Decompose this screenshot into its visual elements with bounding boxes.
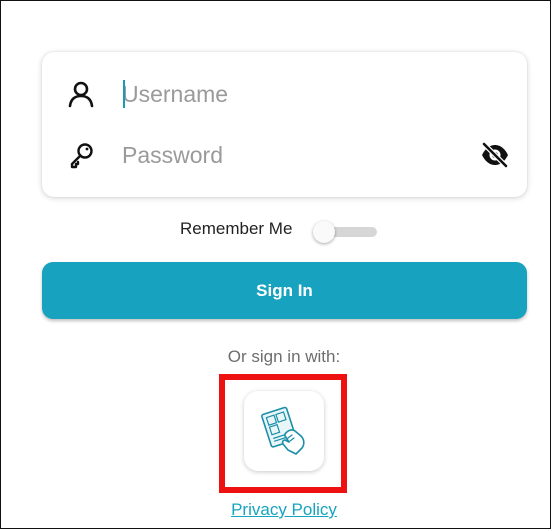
login-card: [42, 52, 527, 197]
remember-me-toggle[interactable]: [313, 221, 377, 243]
username-row: [42, 69, 527, 119]
user-icon: [67, 80, 95, 108]
key-icon: [67, 141, 95, 169]
screen-frame: Remember Me Sign In Or sign in with:: [0, 0, 551, 529]
password-input[interactable]: [122, 135, 452, 175]
privacy-policy-link[interactable]: Privacy Policy: [1, 500, 553, 520]
password-row: [42, 130, 527, 180]
text-cursor: [123, 80, 125, 108]
sign-in-button[interactable]: Sign In: [42, 262, 527, 319]
eye-off-icon[interactable]: [479, 139, 511, 171]
toggle-thumb: [313, 221, 335, 243]
remember-me-row: Remember Me: [1, 211, 553, 251]
highlight-box: [219, 374, 347, 493]
alt-sign-in-prompt: Or sign in with:: [227, 347, 341, 366]
remember-me-label: Remember Me: [180, 219, 293, 238]
username-input[interactable]: [122, 74, 452, 114]
